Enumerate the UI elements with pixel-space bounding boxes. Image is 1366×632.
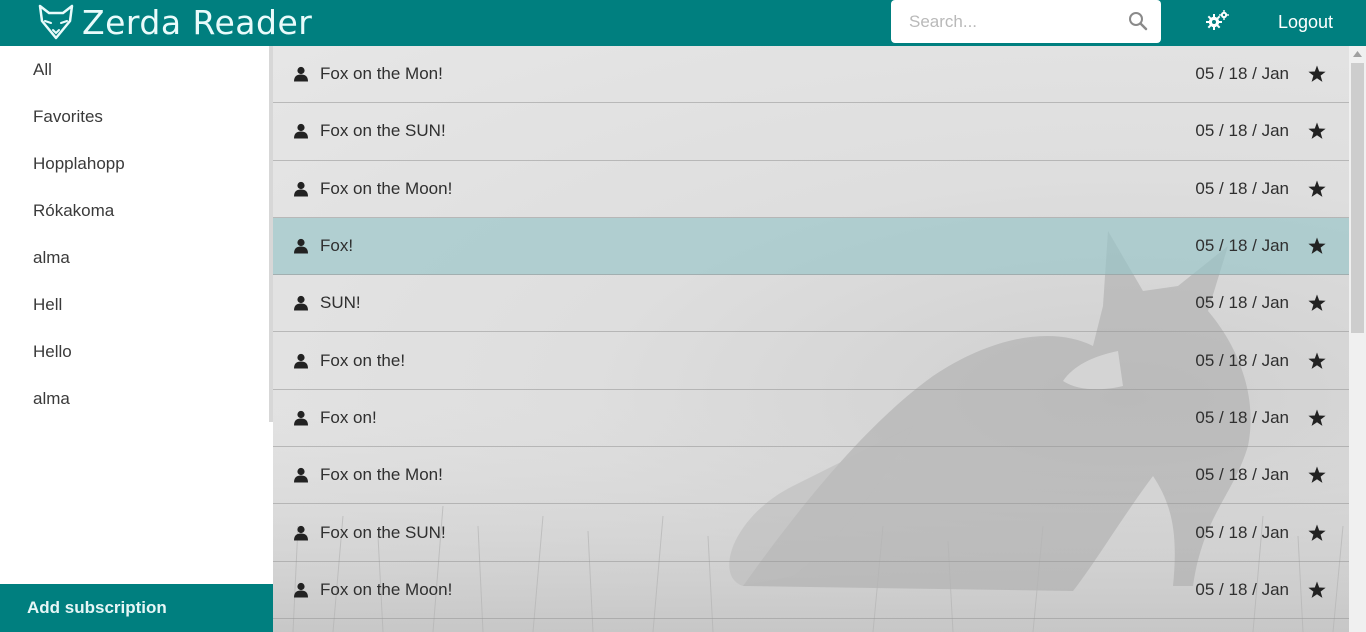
sidebar-item-alma-2[interactable]: alma [0, 375, 273, 422]
feed-scrollbar[interactable] [1349, 46, 1366, 632]
sidebar-item-rokakoma[interactable]: Rókakoma [0, 187, 273, 234]
search-icon[interactable] [1128, 11, 1148, 31]
favorite-star-icon[interactable] [1308, 122, 1326, 140]
article-row[interactable]: Fox on the Mon! 05 / 18 / Jan [273, 46, 1349, 104]
user-icon [294, 67, 308, 82]
sidebar-item-hello[interactable]: Hello [0, 328, 273, 375]
article-title[interactable]: Fox on the SUN! [320, 523, 446, 543]
favorite-star-icon[interactable] [1308, 237, 1326, 255]
sidebar-item-favorites[interactable]: Favorites [0, 93, 273, 140]
favorite-star-icon[interactable] [1308, 524, 1326, 541]
user-icon [294, 296, 308, 311]
search-input[interactable] [891, 0, 1119, 43]
favorite-star-icon[interactable] [1308, 581, 1326, 598]
article-title[interactable]: Fox on! [320, 408, 377, 428]
favorite-star-icon[interactable] [1308, 180, 1326, 197]
article-row[interactable]: Fox on the Mon! 05 / 18 / Jan [273, 447, 1349, 505]
article-list: Fox on the Mon! 05 / 18 / Jan Fox on the S… [273, 46, 1349, 619]
article-date: 05 / 18 / Jan [1195, 350, 1289, 370]
article-date: 05 / 18 / Jan [1195, 236, 1289, 256]
article-title[interactable]: Fox on the Mon! [320, 465, 443, 485]
user-icon [294, 525, 308, 541]
article-title[interactable]: Fox on the Mon! [320, 64, 443, 84]
subscription-list: All Favorites Hopplahopp Rókakoma alma H… [0, 46, 273, 422]
article-row[interactable]: Fox on the Moon! 05 / 18 / Jan [273, 161, 1349, 218]
article-row[interactable]: Fox on the SUN! 05 / 18 / Jan [273, 103, 1349, 161]
sidebar-item-alma[interactable]: alma [0, 234, 273, 281]
article-date: 05 / 18 / Jan [1195, 465, 1289, 485]
article-date: 05 / 18 / Jan [1195, 522, 1289, 542]
add-subscription-button[interactable]: Add subscription [0, 584, 273, 632]
article-title[interactable]: Fox on the Moon! [320, 179, 452, 199]
favorite-star-icon[interactable] [1308, 352, 1326, 369]
article-title[interactable]: Fox! [320, 236, 353, 256]
feed-scroll-thumb[interactable] [1351, 63, 1364, 333]
user-icon [294, 468, 308, 483]
fox-logo-icon [38, 4, 74, 40]
article-title[interactable]: Fox on the Moon! [320, 580, 452, 600]
user-icon [294, 238, 308, 254]
user-icon [294, 124, 308, 139]
sidebar-item-hell[interactable]: Hell [0, 281, 273, 328]
sidebar-item-all[interactable]: All [0, 46, 273, 93]
favorite-star-icon[interactable] [1308, 65, 1326, 83]
app-title: Zerda Reader [82, 2, 313, 42]
article-title[interactable]: Fox on the! [320, 351, 405, 371]
sidebar-item-hopplahopp[interactable]: Hopplahopp [0, 140, 273, 187]
favorite-star-icon[interactable] [1308, 409, 1326, 426]
article-row[interactable]: Fox! 05 / 18 / Jan [273, 217, 1349, 276]
article-row[interactable]: Fox on the! 05 / 18 / Jan [273, 332, 1349, 390]
feed-panel: Fox on the Mon! 05 / 18 / Jan Fox on the S… [273, 46, 1366, 632]
article-row[interactable]: Fox on! 05 / 18 / Jan [273, 390, 1349, 448]
article-row[interactable]: SUN! 05 / 18 / Jan [273, 275, 1349, 333]
article-date: 05 / 18 / Jan [1195, 178, 1289, 198]
user-icon [294, 410, 308, 426]
user-icon [294, 582, 308, 598]
sidebar: All Favorites Hopplahopp Rókakoma alma H… [0, 46, 273, 632]
logout-link[interactable]: Logout [1278, 12, 1333, 33]
favorite-star-icon[interactable] [1308, 466, 1326, 484]
article-date: 05 / 18 / Jan [1195, 407, 1289, 427]
search-box [891, 0, 1161, 43]
article-row[interactable]: Fox on the SUN! 05 / 18 / Jan [273, 504, 1349, 562]
top-bar: Zerda Reader Logout [0, 0, 1366, 46]
user-icon [294, 181, 308, 197]
scroll-up-arrow-icon[interactable] [1353, 51, 1362, 57]
article-date: 05 / 18 / Jan [1195, 121, 1289, 141]
article-date: 05 / 18 / Jan [1195, 579, 1289, 599]
article-date: 05 / 18 / Jan [1195, 64, 1289, 84]
article-title[interactable]: SUN! [320, 293, 361, 313]
favorite-star-icon[interactable] [1308, 294, 1326, 312]
article-date: 05 / 18 / Jan [1195, 293, 1289, 313]
article-row[interactable]: Fox on the Moon! 05 / 18 / Jan [273, 562, 1349, 619]
user-icon [294, 353, 308, 369]
article-title[interactable]: Fox on the SUN! [320, 121, 446, 141]
app-logo[interactable]: Zerda Reader [36, 2, 312, 42]
gears-icon[interactable] [1204, 9, 1230, 33]
